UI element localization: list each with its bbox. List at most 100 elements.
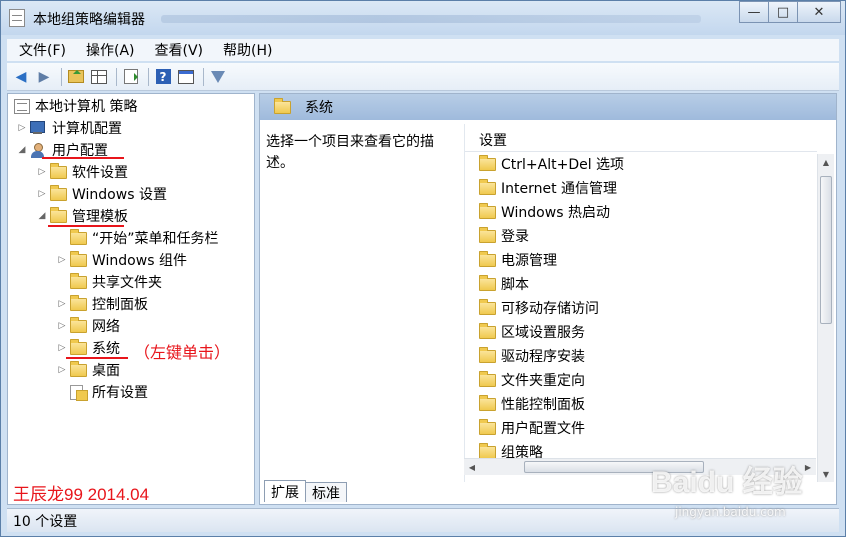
scroll-up-icon[interactable]: ▲	[818, 154, 834, 170]
export-list-icon[interactable]	[121, 67, 141, 87]
blurred-title-area	[161, 15, 701, 23]
properties-icon[interactable]	[176, 67, 196, 87]
filter-icon[interactable]	[208, 67, 228, 87]
list-item[interactable]: Internet 通信管理	[477, 177, 617, 199]
list-item-label: 区域设置服务	[501, 325, 585, 341]
tree-item-label: 控制面板	[92, 297, 148, 313]
tree-item-computer-config[interactable]: ▷ 计算机配置	[16, 117, 122, 139]
window-title: 本地组策略编辑器	[33, 12, 145, 28]
expand-arrow-icon[interactable]: ▷	[56, 255, 68, 265]
tree-item-control-panel[interactable]: ▷ 控制面板	[56, 293, 148, 315]
watermark-logo-text: Baidu 经验	[651, 466, 803, 499]
folder-icon	[479, 418, 496, 435]
list-item[interactable]: 区域设置服务	[477, 321, 585, 343]
list-item[interactable]: Ctrl+Alt+Del 选项	[477, 153, 624, 175]
tree-item-root[interactable]: 本地计算机 策略	[12, 95, 137, 117]
close-button[interactable]: ✕	[797, 1, 841, 23]
baidu-watermark: Baidu 经验 jingyan.baidu.com	[651, 449, 841, 531]
tree-item-label: 桌面	[92, 363, 120, 379]
expand-arrow-icon[interactable]: ▷	[16, 123, 28, 133]
list-item[interactable]: 驱动程序安装	[477, 345, 585, 367]
list-item[interactable]: Windows 热启动	[477, 201, 610, 223]
tree-item-label: 所有设置	[92, 385, 148, 401]
tree-item-windows-settings[interactable]: ▷ Windows 设置	[36, 183, 167, 205]
help-icon[interactable]: ?	[153, 67, 173, 87]
tree-item-shared-folders[interactable]: 共享文件夹	[56, 271, 162, 293]
expand-arrow-icon[interactable]: ▷	[56, 299, 68, 309]
title-bar: 本地组策略编辑器 — □ ✕	[1, 1, 845, 35]
folder-icon	[70, 228, 87, 245]
tree-item-windows-components[interactable]: ▷ Windows 组件	[56, 249, 187, 271]
expand-arrow-icon[interactable]: ▷	[36, 167, 48, 177]
expand-arrow-icon[interactable]: ▷	[56, 343, 68, 353]
tab-extended[interactable]: 扩展	[264, 480, 306, 502]
list-item[interactable]: 可移动存储访问	[477, 297, 599, 319]
list-item-label: 电源管理	[501, 253, 557, 269]
app-window: 本地组策略编辑器 — □ ✕ 文件(F) 操作(A) 查看(V) 帮助(H) ◀…	[0, 0, 846, 537]
list-item[interactable]: 文件夹重定向	[477, 369, 585, 391]
collapse-arrow-icon[interactable]: ◢	[36, 211, 48, 221]
expand-arrow-icon[interactable]: ▷	[36, 189, 48, 199]
collapse-arrow-icon[interactable]: ◢	[16, 145, 28, 155]
underline-annotation	[42, 157, 124, 159]
vertical-scrollbar[interactable]: ▲ ▼	[817, 154, 834, 482]
tree-item-label: 管理模板	[72, 209, 128, 225]
folder-icon	[479, 154, 496, 171]
tree-item-label: “开始”菜单和任务栏	[92, 231, 219, 247]
tree-item-software-settings[interactable]: ▷ 软件设置	[36, 161, 128, 183]
computer-icon	[30, 121, 47, 135]
folder-icon	[479, 346, 496, 363]
minimize-button[interactable]: —	[739, 1, 769, 23]
maximize-button[interactable]: □	[768, 1, 798, 23]
all-settings-icon	[70, 384, 88, 401]
folder-icon	[70, 360, 87, 377]
menu-bar: 文件(F) 操作(A) 查看(V) 帮助(H)	[7, 39, 839, 61]
folder-icon	[70, 272, 87, 289]
scroll-left-icon[interactable]: ◀	[464, 459, 480, 475]
tree-item-desktop[interactable]: ▷ 桌面	[56, 359, 120, 381]
tree-item-all-settings[interactable]: 所有设置	[56, 381, 148, 403]
folder-icon	[479, 394, 496, 411]
list-item[interactable]: 登录	[477, 225, 529, 247]
menu-help[interactable]: 帮助(H)	[211, 40, 280, 60]
policy-editor-icon	[9, 9, 25, 27]
list-item[interactable]: 用户配置文件	[477, 417, 585, 439]
toolbar-separator	[148, 67, 149, 86]
expand-arrow-icon[interactable]: ▷	[56, 365, 68, 375]
list-item-label: Internet 通信管理	[501, 181, 618, 197]
up-folder-icon[interactable]	[66, 67, 86, 87]
list-item[interactable]: 电源管理	[477, 249, 557, 271]
menu-file[interactable]: 文件(F)	[7, 40, 74, 60]
expand-arrow-icon[interactable]: ▷	[56, 321, 68, 331]
folder-icon	[70, 250, 87, 267]
list-item[interactable]: 性能控制面板	[477, 393, 585, 415]
folder-icon	[50, 206, 67, 223]
tab-standard[interactable]: 标准	[305, 482, 347, 502]
back-icon[interactable]: ◀	[11, 67, 31, 87]
list-item-label: Windows 热启动	[501, 205, 610, 221]
list-item[interactable]: 脚本	[477, 273, 529, 295]
vertical-scroll-thumb[interactable]	[820, 176, 832, 324]
tree-item-start-menu[interactable]: “开始”菜单和任务栏	[56, 227, 219, 249]
user-icon	[30, 142, 47, 158]
tree-item-label: 计算机配置	[52, 121, 122, 137]
tree-item-admin-templates[interactable]: ◢ 管理模板	[36, 205, 128, 227]
tree-item-label: 软件设置	[72, 165, 128, 181]
policy-icon	[14, 98, 30, 114]
window-controls: — □ ✕	[739, 1, 841, 23]
click-note: （左键单击）	[134, 343, 231, 362]
tree-item-network[interactable]: ▷ 网络	[56, 315, 120, 337]
forward-icon[interactable]: ▶	[34, 67, 54, 87]
show-tree-icon[interactable]	[89, 67, 109, 87]
status-text: 10 个设置	[13, 513, 78, 530]
menu-action[interactable]: 操作(A)	[74, 40, 143, 60]
folder-icon	[50, 184, 67, 201]
menu-view[interactable]: 查看(V)	[143, 40, 212, 60]
tree-item-system[interactable]: ▷ 系统	[56, 337, 120, 359]
list-item-label: 脚本	[501, 277, 529, 293]
column-header-settings[interactable]: 设置	[465, 128, 817, 152]
toolbar-separator	[203, 67, 204, 86]
tree-item-label: 系统	[92, 341, 120, 357]
list-item-label: 用户配置文件	[501, 421, 585, 437]
author-signature: 王辰龙99 2014.04	[13, 485, 150, 504]
